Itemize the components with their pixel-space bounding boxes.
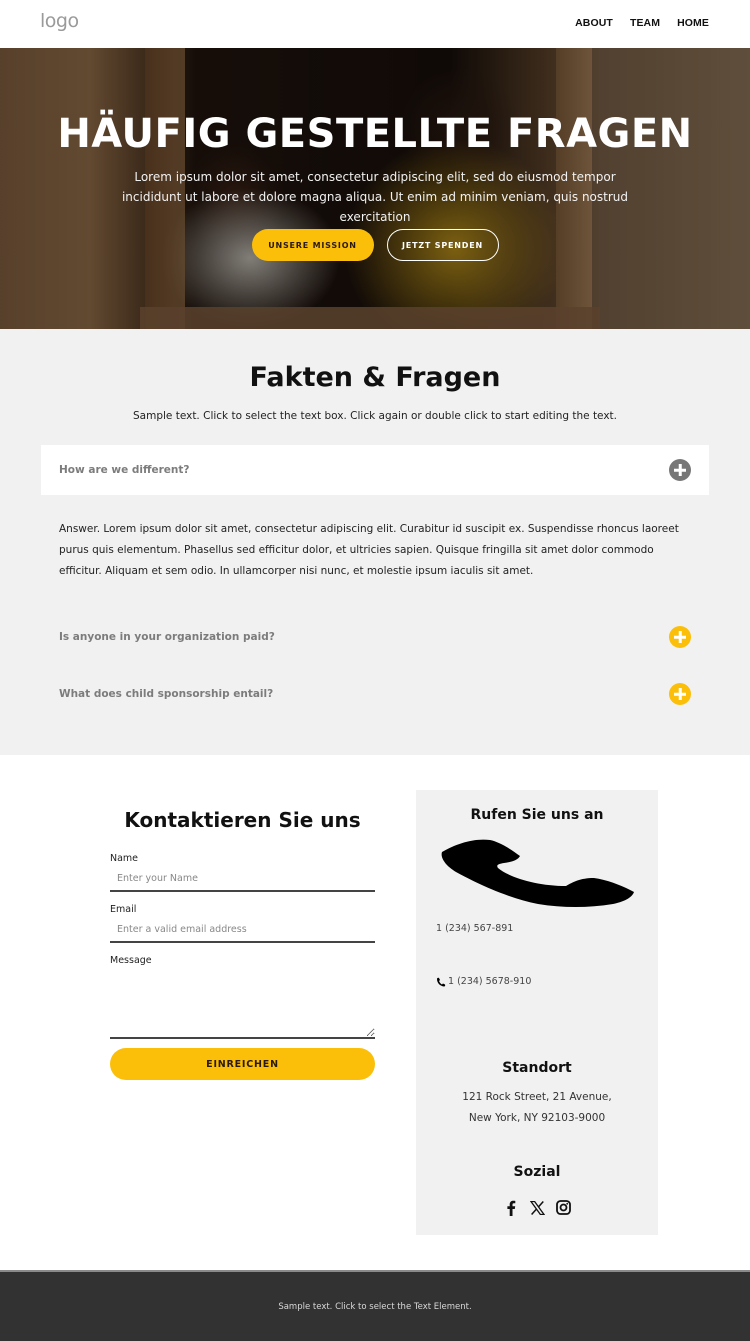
hero-subtitle: Lorem ipsum dolor sit amet, consectetur …: [121, 170, 629, 224]
phone-icon: [437, 977, 446, 986]
address: 121 Rock Street, 21 Avenue, New York, NY…: [416, 1087, 658, 1129]
nav-about[interactable]: ABOUT: [575, 17, 613, 29]
faq-section: Fakten & Fragen Sample text. Click to se…: [0, 329, 750, 755]
our-mission-button[interactable]: UNSERE MISSION: [251, 229, 374, 261]
main-nav: ABOUT TEAM HOME: [575, 17, 709, 29]
faq-question: What does child sponsorship entail?: [59, 688, 274, 700]
logo[interactable]: logo: [40, 10, 79, 32]
faq-answer: Answer. Lorem ipsum dolor sit amet, cons…: [59, 523, 679, 577]
facebook-icon[interactable]: [503, 1199, 520, 1216]
contact-section: Kontaktieren Sie uns Name Email Message …: [0, 755, 750, 1270]
phone-number-text: 1 (234) 567-891: [436, 923, 514, 934]
contact-title: Kontaktieren Sie uns: [124, 808, 361, 832]
address-line-1: 121 Rock Street, 21 Avenue,: [462, 1091, 612, 1103]
faq-item-paid[interactable]: Is anyone in your organization paid?: [41, 612, 709, 662]
social-heading: Sozial: [513, 1164, 561, 1180]
plus-circle-icon[interactable]: [669, 683, 691, 705]
email-label: Email: [110, 904, 137, 915]
contact-info-card: Rufen Sie uns an 1 (234) 567-891 1 (234)…: [416, 790, 658, 1235]
phone-number-text: 1 (234) 5678-910: [448, 976, 532, 987]
address-line-2: New York, NY 92103-9000: [468, 1112, 606, 1124]
message-field[interactable]: [110, 973, 375, 1039]
faq-question: Is anyone in your organization paid?: [59, 631, 275, 643]
plus-circle-icon[interactable]: [669, 626, 691, 648]
phone-number-2[interactable]: 1 (234) 5678-910: [436, 976, 531, 987]
footer-text: Sample text. Click to select the Text El…: [278, 1301, 472, 1312]
name-label: Name: [110, 853, 139, 864]
social-links: [416, 1199, 658, 1216]
phone-handset-icon: [441, 839, 634, 907]
site-header: logo ABOUT TEAM HOME: [0, 0, 750, 48]
plus-circle-icon[interactable]: [669, 459, 691, 481]
faq-title: Fakten & Fragen: [249, 362, 501, 393]
location-heading: Standort: [502, 1060, 572, 1076]
nav-home[interactable]: HOME: [677, 17, 709, 29]
phone-number-1[interactable]: 1 (234) 567-891: [436, 923, 513, 934]
x-icon[interactable]: [529, 1199, 546, 1216]
nav-team[interactable]: TEAM: [630, 17, 660, 29]
donate-now-button[interactable]: JETZT SPENDEN: [386, 229, 499, 261]
name-field[interactable]: [110, 866, 375, 892]
email-field[interactable]: [110, 917, 375, 943]
instagram-icon[interactable]: [555, 1199, 572, 1216]
hero-buttons: UNSERE MISSION JETZT SPENDEN: [0, 229, 750, 261]
hero-title: HÄUFIG GESTELLTE FRAGEN: [57, 111, 693, 157]
faq-subtitle: Sample text. Click to select the text bo…: [133, 410, 617, 422]
hero-section: HÄUFIG GESTELLTE FRAGEN Lorem ipsum dolo…: [0, 48, 750, 329]
faq-item-different[interactable]: How are we different?: [41, 445, 709, 495]
submit-button[interactable]: EINREICHEN: [110, 1048, 375, 1080]
faq-item-sponsorship[interactable]: What does child sponsorship entail?: [41, 669, 709, 719]
call-us-heading: Rufen Sie uns an: [470, 807, 604, 823]
site-footer: Sample text. Click to select the Text El…: [0, 1270, 750, 1341]
faq-question: How are we different?: [59, 464, 190, 476]
message-label: Message: [110, 955, 152, 966]
